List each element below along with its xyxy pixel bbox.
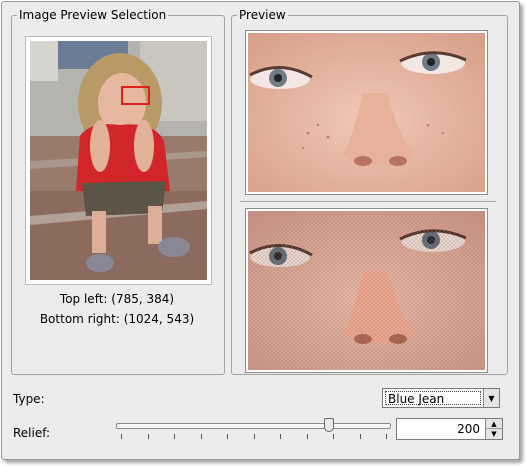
relief-slider-handle[interactable] (323, 418, 334, 432)
image-preview-selection-group: Image Preview Selection Top left: (785, … (11, 9, 225, 375)
preview-group: Preview (231, 9, 508, 375)
relief-label: Relief: (13, 426, 51, 440)
relief-value[interactable]: 200 (457, 422, 480, 436)
relief-spinbox[interactable]: 200 ▲ ▼ (396, 418, 503, 440)
chevron-up-icon[interactable]: ▲ (486, 419, 502, 429)
slider-tick (147, 434, 149, 439)
top-left-coordinates: Top left: (785, 384) (59, 292, 175, 306)
source-thumbnail-image (30, 41, 207, 280)
original-preview-image (248, 33, 485, 192)
slider-tick (333, 434, 334, 439)
slider-tick (253, 434, 255, 439)
filtered-preview (245, 208, 488, 373)
type-combobox[interactable]: Blue Jean ▼ (382, 388, 500, 408)
relief-slider[interactable] (116, 423, 391, 429)
preview-divider (240, 201, 496, 202)
source-thumbnail[interactable] (30, 41, 207, 280)
slider-tick (227, 434, 228, 439)
blue-jean-filter-dialog: Image Preview Selection Top left: (785, … (1, 1, 520, 460)
thumbnail-frame (25, 36, 212, 285)
slider-tick (174, 434, 175, 439)
original-preview (245, 30, 488, 195)
image-preview-selection-title: Image Preview Selection (19, 8, 167, 22)
slider-tick (121, 434, 122, 439)
relief-slider-ticks (121, 434, 391, 440)
filtered-preview-image (248, 211, 485, 370)
chevron-down-icon[interactable]: ▼ (486, 429, 502, 439)
slider-tick (306, 434, 308, 439)
relief-spin-buttons[interactable]: ▲ ▼ (485, 419, 502, 439)
preview-title: Preview (239, 8, 286, 22)
slider-tick (280, 434, 281, 439)
slider-tick (386, 434, 387, 439)
type-label: Type: (13, 392, 45, 406)
slider-tick (359, 434, 361, 439)
slider-tick (200, 434, 202, 439)
type-combobox-value: Blue Jean (385, 391, 481, 406)
bottom-right-coordinates: Bottom right: (1024, 543) (39, 312, 195, 326)
chevron-down-icon[interactable]: ▼ (483, 389, 499, 407)
